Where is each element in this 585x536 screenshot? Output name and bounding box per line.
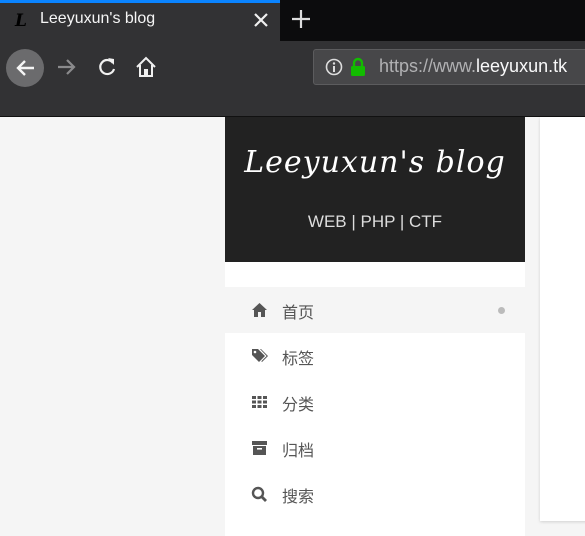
forward-button[interactable] — [52, 52, 82, 82]
site-menu: 首页 标签 分类 归档 搜索 — [225, 287, 525, 517]
active-indicator — [498, 307, 505, 314]
tags-icon — [251, 348, 268, 364]
menu-item-categories[interactable]: 分类 — [225, 379, 525, 425]
back-icon — [16, 60, 34, 76]
search-icon — [251, 486, 268, 502]
site-subtitle: WEB | PHP | CTF — [307, 212, 443, 231]
home-icon — [251, 302, 268, 318]
reload-icon — [99, 58, 116, 76]
plus-icon[interactable] — [289, 7, 313, 31]
sidebar: Leeyuxun's blog WEB | PHP | CTF 首页 标签 分类… — [225, 117, 525, 536]
address-bar[interactable]: https://www.leeyuxun.tk — [313, 49, 585, 85]
url-host: leeyuxun.tk — [476, 56, 568, 76]
menu-item-search[interactable]: 搜索 — [225, 471, 525, 517]
menu-item-archives[interactable]: 归档 — [225, 425, 525, 471]
main-content-card — [540, 117, 585, 521]
menu-item-label: 分类 — [282, 395, 315, 414]
home-icon — [136, 56, 156, 77]
menu-item-label: 搜索 — [282, 487, 315, 506]
menu-item-label: 标签 — [282, 349, 315, 368]
back-button[interactable] — [6, 49, 44, 87]
browser-tab[interactable]: L Leeyuxun's blog — [0, 0, 280, 41]
favicon-icon: L — [13, 9, 29, 31]
menu-item-label: 归档 — [282, 441, 315, 460]
navigation-toolbar: https://www.leeyuxun.tk — [0, 41, 585, 117]
site-title[interactable]: Leeyuxun's blog — [225, 145, 525, 180]
url-text[interactable]: https://www.leeyuxun.tk — [379, 56, 567, 77]
forward-icon — [58, 59, 76, 75]
menu-item-home[interactable]: 首页 — [225, 287, 525, 333]
menu-item-tags[interactable]: 标签 — [225, 333, 525, 379]
page-viewport: Leeyuxun's blog WEB | PHP | CTF 首页 标签 分类… — [0, 117, 585, 536]
tab-strip: L Leeyuxun's blog — [0, 0, 585, 41]
menu-item-label: 首页 — [282, 303, 315, 322]
archive-icon — [251, 440, 268, 456]
tab-title: Leeyuxun's blog — [40, 10, 156, 27]
grid-icon — [251, 394, 268, 410]
site-brand: Leeyuxun's blog WEB | PHP | CTF — [225, 117, 525, 262]
tab-active-indicator — [0, 0, 280, 3]
info-icon[interactable] — [325, 58, 343, 76]
lock-icon[interactable] — [349, 57, 367, 77]
close-icon[interactable] — [249, 8, 273, 32]
svg-text:L: L — [14, 11, 27, 31]
reload-button[interactable] — [92, 52, 122, 82]
home-button[interactable] — [131, 52, 161, 82]
url-scheme: https://www. — [379, 56, 477, 76]
